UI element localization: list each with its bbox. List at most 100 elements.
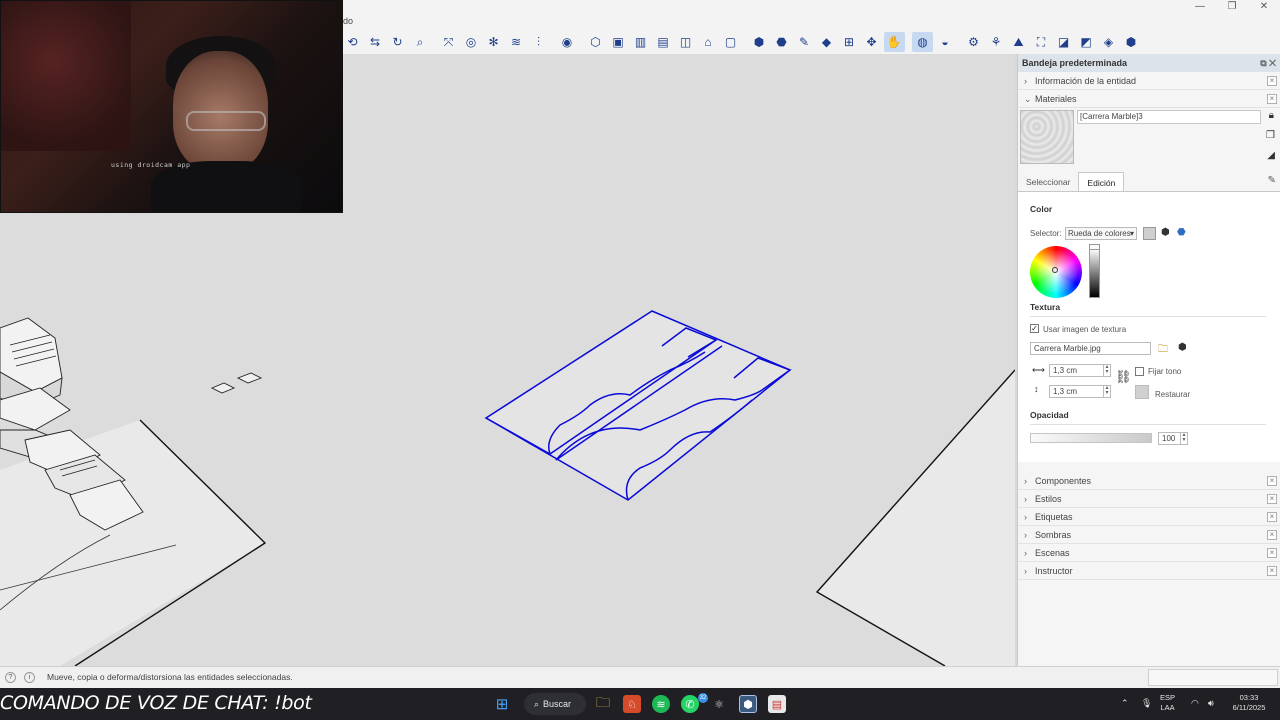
minimize-button[interactable]: —: [1184, 0, 1216, 14]
panel-escenas[interactable]: › Escenas ×: [1018, 544, 1280, 562]
box-icon[interactable]: ⬢: [749, 32, 770, 52]
close-icon[interactable]: ×: [1267, 548, 1277, 558]
view-front-icon[interactable]: ▣: [608, 32, 629, 52]
app-icon[interactable]: ▤: [768, 695, 786, 713]
sketchup-icon[interactable]: ⬢: [739, 695, 757, 713]
spotify-icon[interactable]: ≋: [652, 695, 670, 713]
terrain-icon[interactable]: ⛶: [1031, 32, 1052, 52]
browse-folder-icon[interactable]: 🗀: [1158, 342, 1168, 359]
menu-item-fragment[interactable]: do: [343, 16, 353, 26]
view-back-icon[interactable]: ▤: [653, 32, 674, 52]
match-model-color-icon[interactable]: ⬢: [1161, 227, 1170, 238]
network2-icon[interactable]: ⚘: [986, 32, 1007, 52]
chatgpt-icon[interactable]: ⚛: [710, 695, 728, 713]
tray-controls[interactable]: ⧉ ✕: [1260, 54, 1276, 72]
close-icon[interactable]: ×: [1267, 566, 1277, 576]
search-button[interactable]: ⌕ Buscar: [524, 693, 586, 715]
material-thumbnail[interactable]: [1020, 110, 1074, 164]
hand-icon[interactable]: ✋: [883, 32, 905, 52]
fix-tone-checkbox[interactable]: [1135, 367, 1144, 376]
wifi-icon[interactable]: ◠: [1191, 698, 1199, 708]
view-right-icon[interactable]: ▥: [630, 32, 651, 52]
windows-start-icon[interactable]: ⊞: [493, 695, 511, 713]
default-material-icon[interactable]: ◢: [1267, 150, 1275, 161]
opacity-spinner[interactable]: ▴ ▾: [1180, 432, 1187, 444]
create-material-icon[interactable]: ❒: [1266, 130, 1275, 141]
texture-file-field[interactable]: Carrera Marble.jpg: [1030, 342, 1151, 355]
bounds-icon[interactable]: ▢: [720, 32, 741, 52]
grid-icon[interactable]: ⊞: [839, 32, 860, 52]
brightness-bar[interactable]: [1089, 248, 1100, 298]
tab-edit[interactable]: Edición: [1078, 172, 1125, 191]
close-icon[interactable]: ×: [1267, 494, 1277, 504]
restore-swatch[interactable]: [1135, 385, 1149, 399]
intersect-icon[interactable]: ✻: [483, 32, 504, 52]
close-icon[interactable]: ×: [1267, 476, 1277, 486]
section-icon[interactable]: ⌂: [698, 32, 719, 52]
panel-sombras[interactable]: › Sombras ×: [1018, 526, 1280, 544]
language-indicator[interactable]: ESP LAA: [1160, 693, 1175, 713]
selected-component[interactable]: [484, 310, 792, 501]
globe2-icon[interactable]: ◒: [935, 32, 956, 52]
close-window-button[interactable]: ✕: [1248, 0, 1280, 14]
volume-icon[interactable]: 🔊︎: [1208, 698, 1214, 708]
rotate-icon[interactable]: ↻: [387, 32, 408, 52]
tab-select[interactable]: Seleccionar: [1018, 172, 1078, 191]
maximize-button[interactable]: ❐: [1216, 0, 1248, 14]
trim-icon[interactable]: ⫶: [528, 32, 549, 52]
measurements-box[interactable]: [1148, 669, 1278, 686]
panel-materials[interactable]: ⌄ Materiales ×: [1018, 90, 1280, 108]
chain-link-icon[interactable]: ⛓: [1115, 369, 1132, 385]
close-icon[interactable]: ×: [1267, 76, 1277, 86]
panel-entity-info[interactable]: › Información de la entidad ×: [1018, 72, 1280, 90]
paint-icon[interactable]: ✎: [794, 32, 815, 52]
microphone-icon[interactable]: 🎙︎: [1141, 698, 1152, 708]
terrain2-icon[interactable]: ◪: [1053, 32, 1074, 52]
opacity-slider[interactable]: [1030, 433, 1152, 443]
panel-estilos[interactable]: › Estilos ×: [1018, 490, 1280, 508]
color-selector-dropdown[interactable]: Rueda de colores ▾: [1065, 227, 1137, 240]
panel-etiquetas[interactable]: › Etiquetas ×: [1018, 508, 1280, 526]
view-top-icon[interactable]: ⬡: [585, 32, 606, 52]
zoom-extents-icon[interactable]: ⤧: [438, 32, 459, 52]
zoom-icon[interactable]: ⌕: [410, 32, 431, 52]
brave-browser-icon[interactable]: ♘: [623, 695, 641, 713]
solid-tools-icon[interactable]: ◎: [461, 32, 482, 52]
eyedropper-icon[interactable]: ✎: [1268, 175, 1276, 186]
chevron-up-icon[interactable]: ⌃: [1121, 698, 1129, 708]
move-icon[interactable]: ✥: [861, 32, 882, 52]
width-spinner[interactable]: ▴ ▾: [1103, 364, 1110, 376]
close-icon[interactable]: ×: [1267, 530, 1277, 540]
sandbox-icon[interactable]: ⛰: [1008, 32, 1029, 52]
view-iso-icon[interactable]: ◉: [557, 32, 578, 52]
file-explorer-icon[interactable]: 🗀: [594, 694, 612, 713]
edit-texture-icon[interactable]: ⬢: [1178, 342, 1187, 353]
box2-icon[interactable]: ⬣: [771, 32, 792, 52]
restore-label[interactable]: Restaurar: [1155, 390, 1190, 399]
color-wheel-marker[interactable]: [1052, 267, 1058, 273]
globe-icon[interactable]: ◍: [912, 32, 933, 52]
geolocation-icon[interactable]: ?: [5, 672, 16, 683]
opacity-field[interactable]: 100 ▴ ▾: [1158, 432, 1188, 445]
extension-icon[interactable]: ⬢: [1121, 32, 1142, 52]
clock[interactable]: 03:33 6/11/2025: [1226, 693, 1272, 713]
lock-icon[interactable]: 🔒︎: [1269, 110, 1274, 121]
terrain4-icon[interactable]: ◈: [1098, 32, 1119, 52]
flip-icon[interactable]: ⇆: [365, 32, 386, 52]
close-icon[interactable]: ×: [1267, 512, 1277, 522]
layers-icon[interactable]: ≋: [506, 32, 527, 52]
network-icon[interactable]: ⚙: [963, 32, 984, 52]
brightness-thumb[interactable]: [1089, 244, 1100, 250]
view-left-icon[interactable]: ◫: [675, 32, 696, 52]
use-texture-checkbox[interactable]: ✓: [1030, 324, 1039, 333]
orbit-icon[interactable]: ⟲: [342, 32, 363, 52]
plane-icon[interactable]: ◆: [816, 32, 837, 52]
close-icon[interactable]: ×: [1267, 94, 1277, 104]
texture-height-field[interactable]: 1,3 cm ▴ ▾: [1049, 385, 1111, 398]
height-spinner[interactable]: ▴ ▾: [1103, 385, 1110, 397]
whatsapp-icon[interactable]: ✆: [681, 695, 699, 713]
info-icon[interactable]: i: [24, 672, 35, 683]
match-screen-color-icon[interactable]: ⬣: [1177, 227, 1186, 238]
material-name-field[interactable]: [Carrera Marble]3: [1077, 110, 1261, 124]
terrain3-icon[interactable]: ◩: [1076, 32, 1097, 52]
